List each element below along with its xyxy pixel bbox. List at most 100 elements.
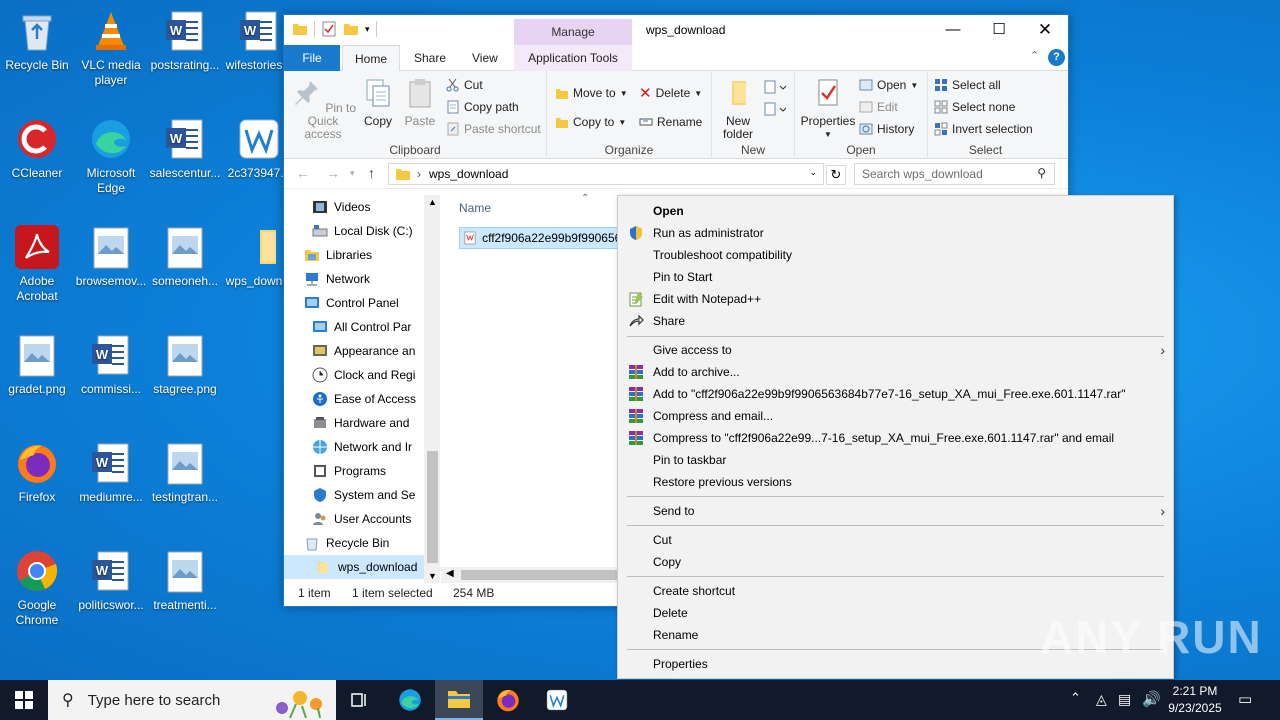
paste-button[interactable]: Paste (400, 77, 440, 128)
taskbar-clock[interactable]: 2:21 PM 9/23/2025 (1163, 683, 1227, 717)
desktop-icon-browsemov[interactable]: browsemov... (72, 224, 150, 289)
address-dropdown-icon[interactable]: ⌄ (809, 167, 817, 178)
menu-item-add-to-archive[interactable]: Add to archive... (620, 361, 1171, 383)
desktop-icon-firefox[interactable]: Firefox (0, 440, 76, 505)
nav-item-programs[interactable]: Programs (312, 459, 440, 483)
menu-item-edit-notepadpp[interactable]: Edit with Notepad++ (620, 288, 1171, 310)
taskbar-file-explorer[interactable] (435, 680, 483, 720)
cut-button[interactable]: Cut (446, 75, 483, 95)
file-row-selected[interactable]: cff2f906a22e99b9f9906563 (459, 227, 629, 249)
desktop-icon-gradet[interactable]: gradet.png (0, 332, 76, 397)
taskbar-edge[interactable] (386, 680, 434, 720)
volume-icon[interactable]: 🔊 (1142, 690, 1161, 708)
desktop-icon-politicswor[interactable]: W politicswor... (72, 548, 150, 613)
desktop-icon-ccleaner[interactable]: CCleaner (0, 116, 76, 181)
desktop-icon-commissi[interactable]: W commissi... (72, 332, 150, 397)
edit-button[interactable]: Edit (859, 97, 898, 117)
scroll-down-icon[interactable]: ▼ (428, 571, 437, 581)
taskbar-search-box[interactable]: ⚲ Type here to search (48, 680, 336, 720)
desktop-icon-someoneh[interactable]: someoneh... (146, 224, 224, 289)
menu-item-compress-to-rar-email[interactable]: Compress to "cff2f906a22e99...7-16_setup… (620, 427, 1171, 449)
desktop-icon-mediumre[interactable]: W mediumre... (72, 440, 150, 505)
desktop-icon-salescentur[interactable]: W salescentur... (146, 116, 224, 181)
menu-item-pin-to-start[interactable]: Pin to Start (620, 266, 1171, 288)
delete-button[interactable]: ✕ Delete ▼ (639, 83, 702, 103)
scroll-thumb[interactable] (427, 451, 438, 563)
name-column-header[interactable]: Name (459, 201, 491, 215)
select-all-button[interactable]: Select all (934, 75, 1001, 95)
easy-access-icon[interactable] (764, 101, 786, 117)
menu-item-share[interactable]: Share (620, 310, 1171, 332)
properties-check-icon[interactable] (321, 21, 337, 37)
select-none-button[interactable]: Select none (934, 97, 1015, 117)
tab-home[interactable]: Home (342, 45, 401, 72)
menu-item-cut[interactable]: Cut (620, 529, 1171, 551)
address-bar[interactable]: › wps_download ⌄ (388, 163, 824, 185)
qat-dropdown-icon[interactable]: ▾ (365, 24, 370, 35)
nav-item-wps-download[interactable]: wps_download (284, 555, 424, 579)
menu-item-create-shortcut[interactable]: Create shortcut (620, 580, 1171, 602)
manage-context-tab[interactable]: Manage (514, 19, 632, 45)
menu-item-give-access[interactable]: Give access to › (620, 339, 1171, 361)
help-icon[interactable]: ? (1048, 49, 1065, 66)
desktop-icon-postsrating[interactable]: W postsrating... (146, 8, 224, 73)
nav-item-recycle-bin[interactable]: Recycle Bin (304, 531, 440, 555)
scroll-left-icon[interactable]: ◀ (446, 568, 454, 579)
nav-item-all-control-panel[interactable]: All Control Par (312, 315, 440, 339)
nav-item-libraries[interactable]: Libraries (304, 243, 440, 267)
device-icon[interactable]: ◬ (1096, 691, 1107, 708)
taskbar-wps[interactable] (533, 680, 581, 720)
desktop-icon-stagree[interactable]: stagree.png (146, 332, 224, 397)
rename-button[interactable]: Rename (639, 112, 702, 132)
nav-scrollbar[interactable]: ▲ ▼ (424, 195, 440, 583)
nav-item-appearance[interactable]: Appearance an (312, 339, 440, 363)
menu-item-pin-to-taskbar[interactable]: Pin to taskbar (620, 449, 1171, 471)
tab-share[interactable]: Share (402, 45, 458, 71)
invert-selection-button[interactable]: Invert selection (934, 119, 1033, 139)
menu-item-add-to-rar[interactable]: Add to "cff2f906a22e99b9f9906563684b77e7… (620, 383, 1171, 405)
new-folder-button[interactable]: New folder (714, 77, 762, 141)
copy-button[interactable]: Copy (360, 77, 396, 128)
move-to-button[interactable]: Move to ▼ (555, 83, 628, 103)
maximize-button[interactable]: ☐ (976, 15, 1022, 45)
nav-item-local-disk[interactable]: Local Disk (C:) (312, 219, 440, 243)
nav-item-clock-region[interactable]: Clock and Regi (312, 363, 440, 387)
menu-item-compress-email[interactable]: Compress and email... (620, 405, 1171, 427)
refresh-icon[interactable]: ↻ (826, 165, 846, 185)
desktop-icon-testingtran[interactable]: testingtran... (146, 440, 224, 505)
tab-view[interactable]: View (460, 45, 510, 71)
nav-item-ease-of-access[interactable]: Ease of Access (312, 387, 440, 411)
h-scroll-thumb[interactable] (461, 570, 619, 580)
menu-item-run-as-admin[interactable]: Run as administrator (620, 222, 1171, 244)
title-bar[interactable]: ▾ Manage wps_download — ☐ ✕ (284, 15, 1068, 45)
recent-dropdown-icon[interactable]: ▾ (350, 168, 355, 179)
copy-to-button[interactable]: Copy to ▼ (555, 112, 626, 132)
nav-item-hardware[interactable]: Hardware and (312, 411, 440, 435)
desktop-icon-google-chrome[interactable]: Google Chrome (0, 548, 76, 628)
nav-item-user-accounts[interactable]: User Accounts (312, 507, 440, 531)
tab-file[interactable]: File (284, 45, 340, 71)
menu-item-send-to[interactable]: Send to › (620, 500, 1171, 522)
task-view-button[interactable] (336, 680, 384, 720)
history-button[interactable]: History (859, 119, 914, 139)
new-folder-icon[interactable] (343, 21, 359, 37)
up-arrow-icon[interactable]: ↑ (368, 165, 375, 181)
taskbar-firefox[interactable] (484, 680, 532, 720)
desktop-icon-edge[interactable]: Microsoft Edge (72, 116, 150, 196)
desktop-icon-vlc[interactable]: VLC media player (72, 8, 150, 88)
pin-quick-access-button[interactable]: Pin to Quick access (288, 77, 358, 141)
search-box[interactable]: Search wps_download ⚲ (854, 163, 1055, 185)
notification-center-icon[interactable]: ▭ (1238, 690, 1252, 708)
network-icon[interactable]: ▤ (1118, 691, 1131, 708)
navigation-pane[interactable]: Videos Local Disk (C:) Libraries Network… (284, 195, 440, 583)
menu-item-copy[interactable]: Copy (620, 551, 1171, 573)
menu-item-open[interactable]: Open (620, 200, 1171, 222)
desktop-icon-recycle-bin[interactable]: Recycle Bin (0, 8, 76, 73)
context-menu[interactable]: Open Run as administrator Troubleshoot c… (617, 195, 1174, 679)
start-button[interactable] (0, 680, 48, 720)
nav-item-network[interactable]: Network (304, 267, 440, 291)
minimize-button[interactable]: — (930, 15, 976, 45)
copy-path-button[interactable]: Copy path (446, 97, 519, 117)
nav-item-system-security[interactable]: System and Se (312, 483, 440, 507)
back-arrow-icon[interactable]: ← (296, 165, 310, 181)
